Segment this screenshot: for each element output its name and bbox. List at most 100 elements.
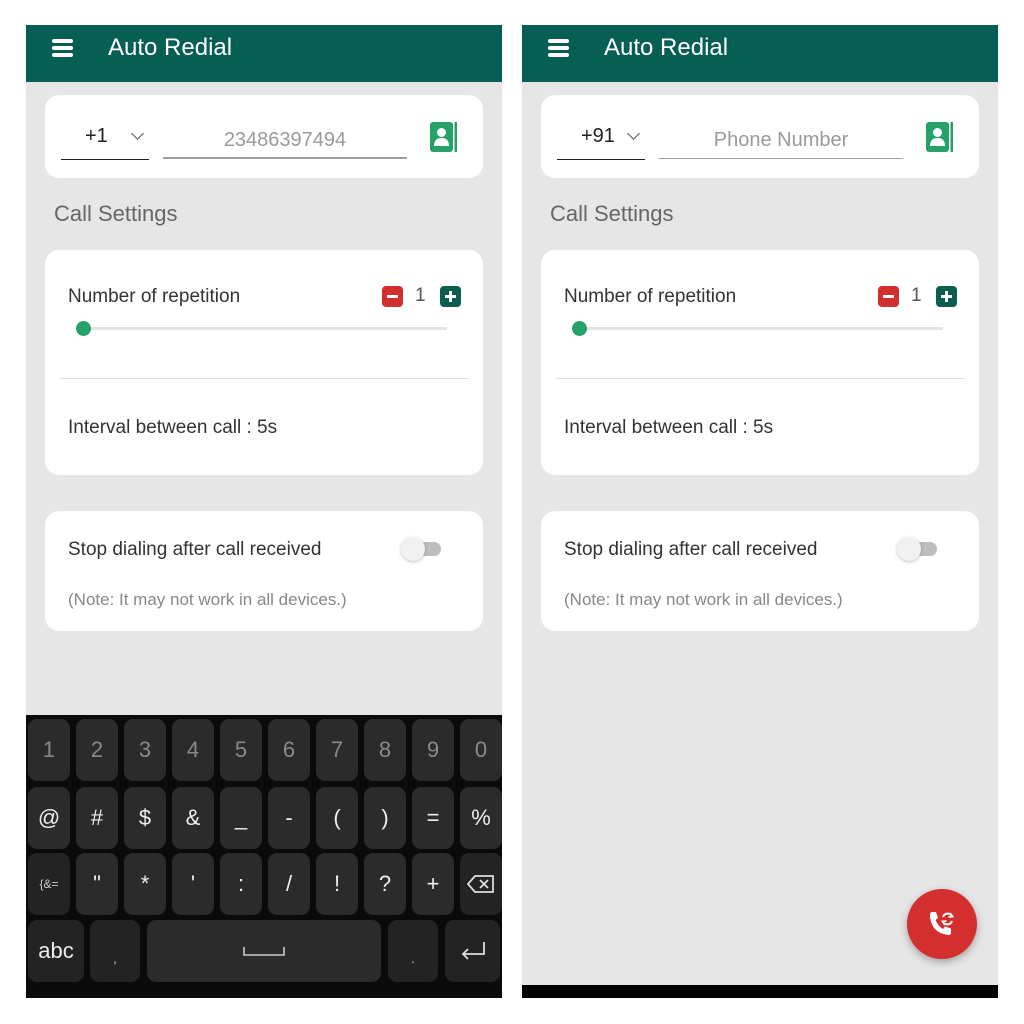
key[interactable]: 0 xyxy=(460,719,502,781)
key-label: ? xyxy=(378,871,392,896)
key[interactable]: ! xyxy=(316,853,358,915)
key[interactable]: : xyxy=(220,853,262,915)
key-label: + xyxy=(426,871,440,896)
stop-dialing-card: Stop dialing after call received (Note: … xyxy=(541,511,979,631)
abc-key[interactable]: abc xyxy=(28,920,84,982)
app-title: Auto Redial xyxy=(108,34,233,61)
key-label: 9 xyxy=(426,737,440,762)
space-key[interactable] xyxy=(147,920,381,982)
country-code-dropdown[interactable]: +91 xyxy=(557,123,645,160)
contact-book-icon[interactable] xyxy=(430,122,458,152)
key[interactable]: ? xyxy=(364,853,406,915)
decrement-button[interactable] xyxy=(878,286,899,307)
key-label: 1 xyxy=(42,737,56,762)
key[interactable]: , xyxy=(90,920,140,982)
interval-text[interactable]: Interval between call : 5s xyxy=(564,417,773,439)
key-label: ( xyxy=(333,805,341,830)
key-label: # xyxy=(90,805,104,830)
chevron-down-icon xyxy=(627,127,640,140)
key[interactable]: 7 xyxy=(316,719,358,781)
key[interactable]: 9 xyxy=(412,719,454,781)
key-label: = xyxy=(426,805,440,830)
country-code-value: +91 xyxy=(581,125,615,147)
repetition-slider[interactable] xyxy=(571,320,945,338)
key[interactable]: - xyxy=(268,787,310,849)
country-code-value: +1 xyxy=(85,125,108,147)
key[interactable]: 6 xyxy=(268,719,310,781)
key[interactable]: @ xyxy=(28,787,70,849)
divider xyxy=(556,378,965,379)
key[interactable]: ' xyxy=(172,853,214,915)
phone-number-input[interactable] xyxy=(163,123,407,159)
toggle-thumb xyxy=(401,537,425,561)
key[interactable]: " xyxy=(76,853,118,915)
key-label: ! xyxy=(333,871,341,896)
phone-number-input[interactable] xyxy=(659,123,903,159)
backspace-icon xyxy=(467,875,494,893)
key[interactable]: 4 xyxy=(172,719,214,781)
key-label: 8 xyxy=(378,737,392,762)
key-label: " xyxy=(93,871,101,896)
section-title: Call Settings xyxy=(54,201,178,226)
key[interactable]: _ xyxy=(220,787,262,849)
key[interactable]: 3 xyxy=(124,719,166,781)
stop-dialing-toggle[interactable] xyxy=(897,537,939,561)
key-label: 7 xyxy=(330,737,344,762)
key[interactable]: 2 xyxy=(76,719,118,781)
repetition-label: Number of repetition xyxy=(68,286,241,307)
key[interactable]: * xyxy=(124,853,166,915)
key[interactable]: 5 xyxy=(220,719,262,781)
key-label: abc xyxy=(38,938,74,963)
more-symbols-key[interactable]: {&= xyxy=(28,853,70,915)
key[interactable]: . xyxy=(388,920,438,982)
key[interactable]: 8 xyxy=(364,719,406,781)
key[interactable]: & xyxy=(172,787,214,849)
repetition-stepper: 1 xyxy=(382,285,462,308)
stop-dialing-toggle[interactable] xyxy=(401,537,443,561)
key[interactable]: # xyxy=(76,787,118,849)
start-redial-button[interactable] xyxy=(907,889,977,959)
slider-track xyxy=(83,327,447,330)
call-settings-card: Number of repetition 1 Interval between … xyxy=(541,250,979,475)
call-settings-card: Number of repetition 1 Interval between … xyxy=(45,250,483,475)
redial-phone-icon xyxy=(930,912,955,935)
note-text: (Note: It may not work in all devices.) xyxy=(564,590,843,609)
key[interactable]: 1 xyxy=(28,719,70,781)
country-code-dropdown[interactable]: +1 xyxy=(61,123,149,160)
slider-thumb[interactable] xyxy=(76,321,91,336)
increment-button[interactable] xyxy=(936,286,957,307)
hamburger-menu-icon[interactable] xyxy=(548,37,570,59)
increment-button[interactable] xyxy=(440,286,461,307)
key[interactable]: $ xyxy=(124,787,166,849)
key[interactable]: / xyxy=(268,853,310,915)
app-bar: Auto Redial xyxy=(522,25,998,82)
slider-thumb[interactable] xyxy=(572,321,587,336)
repetition-slider[interactable] xyxy=(75,320,449,338)
key-label: _ xyxy=(234,805,248,830)
divider xyxy=(60,378,469,379)
hamburger-menu-icon[interactable] xyxy=(52,37,74,59)
app-bar: Auto Redial xyxy=(26,25,502,82)
screen-with-keyboard: Auto Redial +1 Call Settings Number of r… xyxy=(26,25,502,998)
key-label: , xyxy=(113,950,117,966)
phone-input-card: +1 xyxy=(45,95,483,178)
backspace-key[interactable] xyxy=(460,853,502,915)
interval-text[interactable]: Interval between call : 5s xyxy=(68,417,277,439)
key[interactable]: ) xyxy=(364,787,406,849)
key[interactable]: ( xyxy=(316,787,358,849)
key-label: ' xyxy=(190,871,196,896)
key[interactable]: + xyxy=(412,853,454,915)
key[interactable]: % xyxy=(460,787,502,849)
app-title: Auto Redial xyxy=(604,34,729,61)
system-navigation-bar xyxy=(522,985,998,998)
contact-book-icon[interactable] xyxy=(926,122,954,152)
stop-dialing-label: Stop dialing after call received xyxy=(564,539,818,560)
key-label: 4 xyxy=(186,737,200,762)
phone-input-card: +91 xyxy=(541,95,979,178)
key-label: 6 xyxy=(282,737,296,762)
key-label: 2 xyxy=(90,737,104,762)
key[interactable]: = xyxy=(412,787,454,849)
key-label: : xyxy=(237,871,245,896)
decrement-button[interactable] xyxy=(382,286,403,307)
enter-key[interactable] xyxy=(445,920,500,982)
